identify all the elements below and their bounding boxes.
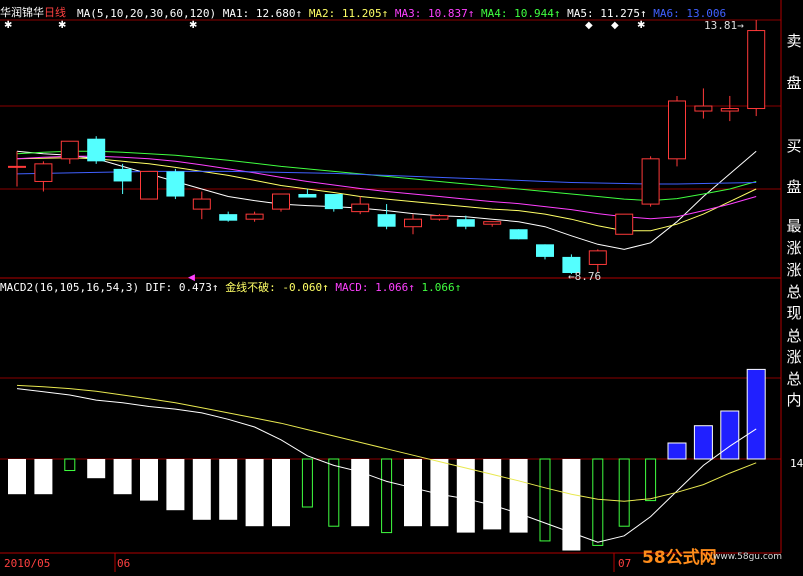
macd-bar-10 [272,459,290,527]
date-label-jun: 06 [117,557,131,570]
signal-marker-1: ✱ [58,20,66,31]
macd-bar-0 [8,459,26,495]
side-panel-label-11: 总 [786,370,802,388]
side-panel-label-5: 涨 [786,239,802,257]
macd-bar-3 [87,459,106,479]
macd-bar-18 [483,459,502,530]
candle-body-5 [140,170,158,200]
candle-body-25 [668,100,686,160]
candle-body-10 [272,193,290,210]
ma1-value: MA1: 12.680↑ [222,7,303,20]
macd-bar-6 [166,459,185,511]
signal-marker-3: ◆ [585,20,593,31]
high-price-label: 13.81→ [704,19,744,32]
candle-body-27 [720,108,739,112]
ma-legend: MA(5,10,20,30,60,120) MA1: 12.680↑ MA2: … [77,7,726,20]
candle-body-23 [615,213,634,235]
side-panel-label-1: 盘 [786,74,802,92]
macd-bar-24 [645,458,657,502]
candle-body-11 [298,194,317,198]
macd-value: MACD: 1.066↑ [335,281,415,294]
candle-body-20 [536,244,554,257]
macd-bar-1 [34,459,53,495]
side-panel-label-4: 最 [786,217,802,235]
macd-bar-15 [404,459,422,527]
candle-body-22 [588,250,607,265]
stock-period: 日线 [44,6,66,19]
macd-bar-7 [192,459,211,520]
candle-body-8 [219,214,238,221]
candle-body-26 [694,105,713,112]
macd-bar-11 [301,458,313,508]
candle-body-2 [60,140,79,160]
watermark-url: www.58gu.com [713,552,783,562]
macd-bar-19 [509,459,528,533]
stock-name: 华润锦华 [0,6,44,19]
macd-bar-27 [720,410,740,460]
candle-body-13 [351,203,370,213]
dif-value: DIF: 0.473↑ [145,281,219,294]
macd-bar-9 [245,459,264,527]
side-panel-label-8: 现 [786,304,802,322]
macd-bar-28 [746,368,766,460]
macd-bar-4 [113,459,132,495]
macd-bar-20 [539,458,551,542]
macd-bar-26 [693,425,713,460]
candle-body-4 [113,168,132,182]
golden-line-value: 金线不破: -0.060↑ [225,281,329,294]
side-panel-label-9: 总 [786,327,802,345]
stock-title: 华润锦华日线 [0,6,66,19]
side-panel-label-3: 盘 [786,178,802,196]
macd-bar-25 [667,442,687,460]
candle-body-1 [34,163,53,182]
signal-marker-5: ✱ [637,20,645,31]
side-panel-label-2: 买 [786,137,802,155]
macd-bar-14 [381,458,393,534]
candle-body-7 [192,198,211,210]
macd-legend: MACD2(16,105,16,54,3) DIF: 0.473↑ 金线不破: … [0,281,461,294]
candle-body-28 [747,30,766,110]
stock-chart[interactable]: ✱ ✱ ✱ ◆ ◆ ✱ ◀ 华润锦华日线 MA(5,10,20,30,60,120) MA1… [0,0,803,572]
candle-body-0 [8,165,26,168]
candle-body-6 [166,171,185,197]
candle-body-17 [456,219,475,227]
signal-marker-2: ✱ [189,20,197,31]
macd-bar-23 [618,458,630,527]
signal-marker-0: ✱ [4,20,12,31]
candle-body-15 [404,218,422,228]
candle-body-12 [324,194,343,210]
right-axis-value: 14 [790,457,803,470]
side-panel-label-10: 涨 [786,348,802,366]
candle-body-16 [430,215,449,220]
candle-body-24 [641,158,660,205]
macd-extra-value: 1.066↑ [421,281,462,294]
macd-bar-22 [592,458,604,546]
candle-body-9 [245,213,264,220]
macd-bar-12 [328,458,340,527]
watermark-logo: 58公式网 [642,548,717,568]
side-panel-label-7: 总 [786,283,802,301]
low-price-label: ←8.76 [568,270,602,283]
side-panel-label-12: 内 [786,391,802,409]
ma4-value: MA4: 10.944↑ [481,7,561,20]
ma3-value: MA3: 10.837↑ [394,7,475,20]
candle-body-3 [87,138,106,162]
side-panel-label-0: 卖 [786,32,802,50]
date-label-jul: 07 [618,557,632,570]
signal-marker-4: ◆ [611,20,619,31]
macd-bar-21 [562,459,581,551]
macd-bar-8 [219,459,238,520]
side-panel-label-6: 涨 [786,261,802,279]
ma-params: MA(5,10,20,30,60,120) [77,7,217,20]
candle-body-14 [377,214,396,227]
macd-bar-13 [351,459,370,527]
macd-bar-5 [140,459,158,501]
ma5-value: MA5: 11.275↑ [567,7,647,20]
macd-params: MACD2(16,105,16,54,3) [0,281,140,294]
ma2-value: MA2: 11.205↑ [308,7,389,20]
candle-body-18 [483,221,502,225]
macd-bar-2 [64,458,76,472]
candle-body-19 [509,229,528,240]
date-label-may: 2010/05 [4,557,51,570]
